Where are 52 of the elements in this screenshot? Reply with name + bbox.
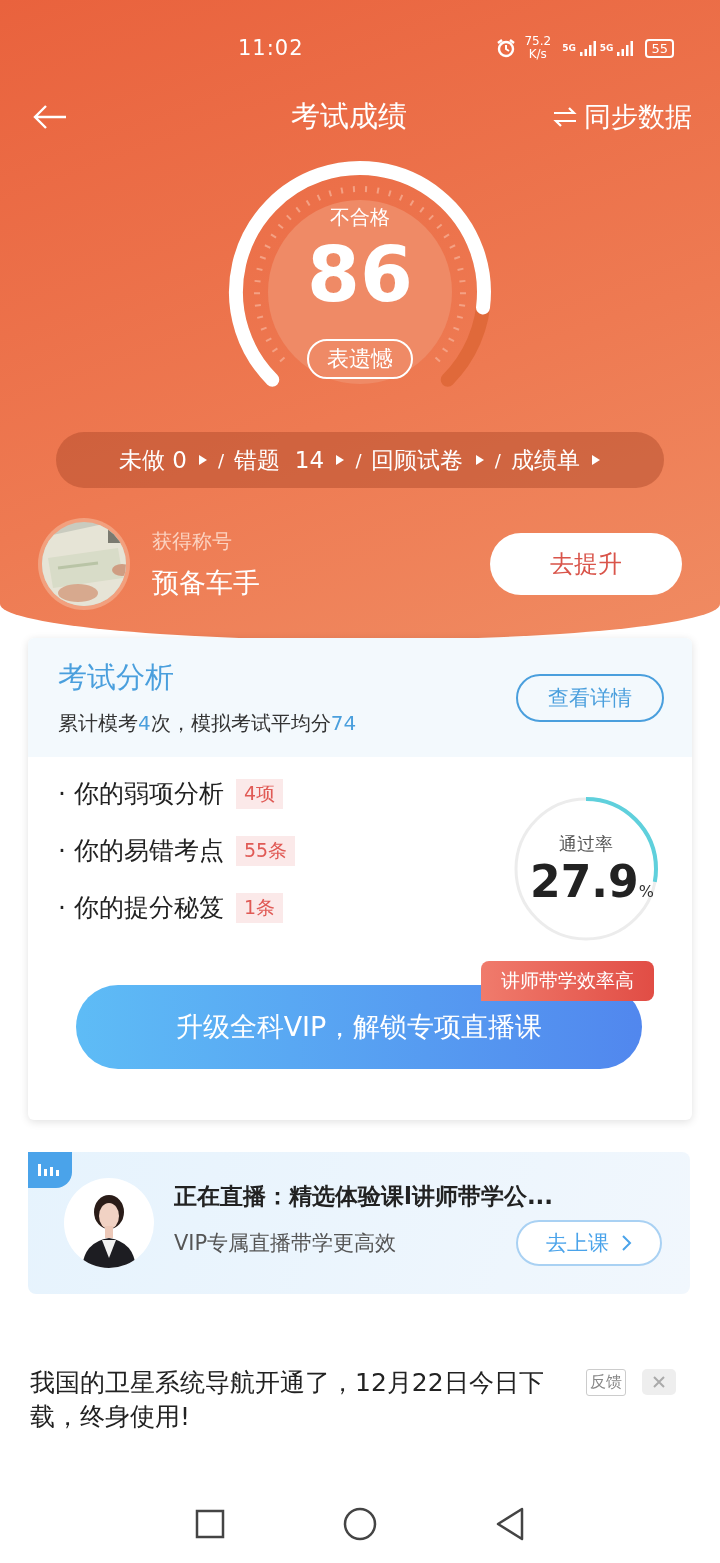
count-tag: 1条 xyxy=(235,892,283,923)
battery-level: 55 xyxy=(645,38,674,58)
view-details-button[interactable]: 查看详情 xyxy=(516,673,664,722)
count-tag: 55条 xyxy=(235,835,296,866)
regret-button[interactable]: 表遗憾 xyxy=(307,339,413,379)
separator: / xyxy=(218,449,225,471)
earned-title: 预备车手 xyxy=(152,565,261,600)
play-triangle-icon xyxy=(591,454,602,466)
signal-icon xyxy=(616,39,635,57)
title-caption: 获得称号 xyxy=(152,527,233,555)
exam-score: 86 xyxy=(307,237,413,313)
stats-link[interactable]: 未做 0 xyxy=(118,444,209,476)
result-verdict: 不合格 xyxy=(330,204,390,231)
close-icon xyxy=(652,1375,666,1389)
network-speed: 75.2 xyxy=(524,35,552,48)
ad-text[interactable]: 我国的卫星系统导航开通了，12月22日今日下载，终身使用! xyxy=(30,1366,560,1434)
play-triangle-icon xyxy=(335,454,346,466)
analysis-item[interactable]: · 你的易错考点 xyxy=(58,834,224,867)
chevron-right-icon xyxy=(620,1233,633,1252)
back-icon[interactable] xyxy=(495,1507,525,1541)
recents-icon[interactable] xyxy=(195,1509,225,1539)
live-bars-icon xyxy=(28,1152,72,1188)
pass-rate-label: 通过率 xyxy=(559,831,613,856)
feedback-button[interactable]: 反馈 xyxy=(586,1369,626,1396)
play-triangle-icon xyxy=(198,454,209,466)
separator: / xyxy=(494,449,501,471)
improve-button[interactable]: 去提升 xyxy=(490,533,682,595)
speed-unit: K/s xyxy=(528,48,547,61)
network-type: 5G xyxy=(599,43,614,54)
sync-data-button[interactable]: 同步数据 xyxy=(552,99,692,135)
analysis-item[interactable]: · 你的弱项分析 xyxy=(58,777,224,810)
network-type: 5G xyxy=(562,43,576,54)
percent-sign: % xyxy=(638,881,654,901)
stats-link[interactable]: 成绩单 xyxy=(510,444,602,476)
stats-link[interactable]: 错题 14 xyxy=(234,444,346,476)
page-title: 考试成绩 xyxy=(291,98,407,135)
live-title: 正在直播：精选体验课l讲师带学公... xyxy=(174,1181,555,1211)
stats-link[interactable]: 回顾试卷 xyxy=(371,444,485,476)
exam-summary: 累计模考4次，模拟考试平均分74 xyxy=(58,710,357,737)
swap-icon xyxy=(552,106,578,128)
attend-class-button[interactable]: 去上课 xyxy=(516,1219,662,1266)
separator: / xyxy=(355,449,362,471)
promo-badge: 讲师带学效率高 xyxy=(481,961,654,1001)
signal-icon xyxy=(578,39,597,57)
live-subtitle: VIP专属直播带学更高效 xyxy=(174,1229,397,1257)
pass-rate-value: 27.9 xyxy=(530,855,639,907)
status-time: 11:02 xyxy=(238,36,304,60)
analysis-title: 考试分析 xyxy=(58,659,175,696)
play-triangle-icon xyxy=(474,454,485,466)
home-icon[interactable] xyxy=(343,1507,377,1541)
count-tag: 4项 xyxy=(235,778,283,809)
analysis-item[interactable]: · 你的提分秘笈 xyxy=(58,891,224,924)
